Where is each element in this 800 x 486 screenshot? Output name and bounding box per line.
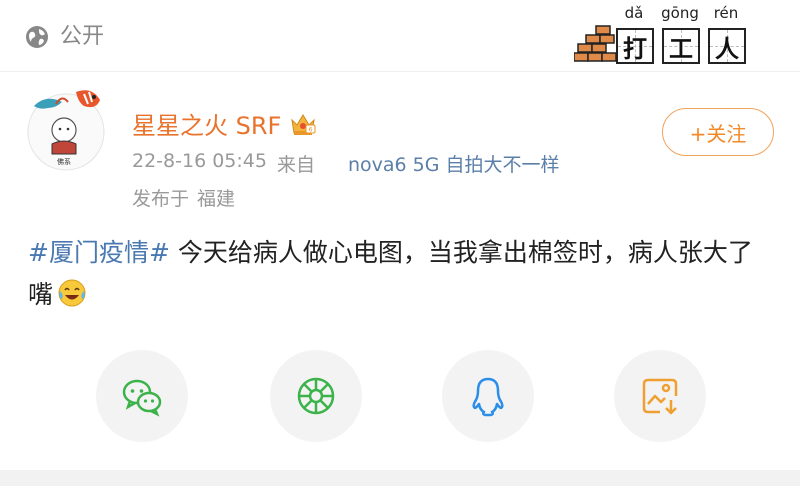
pinyin-da: dǎ [624, 4, 644, 22]
pinyin-gong: gōng [661, 4, 699, 22]
top-bar: 公开 dǎ gōng rén 打 工 人 [0, 0, 800, 72]
privacy-indicator[interactable]: 公开 [24, 24, 104, 50]
char-box-ren: 人 [708, 28, 746, 64]
pinyin-ren: rén [713, 4, 739, 22]
svg-text:6: 6 [309, 126, 313, 133]
save-image-button[interactable] [614, 350, 706, 442]
device-link[interactable]: nova6 5G 自拍大不一样 [348, 150, 560, 177]
privacy-label: 公开 [60, 24, 105, 49]
globe-icon [26, 26, 48, 48]
author-name[interactable]: 星星之火 SRF 6 [132, 106, 317, 141]
hashtag-link[interactable]: #厦门疫情# [28, 238, 170, 267]
save-image-icon [642, 378, 678, 415]
avatar[interactable]: 佛系 [26, 84, 110, 174]
char-box-gong: 工 [662, 28, 700, 64]
post-date: 22-8-16 05:45 [132, 150, 267, 172]
moments-icon [297, 377, 335, 415]
post-body: #厦门疫情# 今天给病人做心电图，当我拿出棉签时，病人张大了嘴 [28, 232, 774, 316]
follow-button[interactable]: +关注 [662, 108, 774, 156]
crown-badge-icon: 6 [291, 113, 316, 135]
location-name: 福建 [197, 188, 236, 210]
post-location: 发布于 福建 [132, 184, 235, 211]
bottom-divider [0, 470, 800, 486]
char-box-da: 打 [616, 28, 654, 64]
share-moments-button[interactable] [270, 350, 362, 442]
source-prefix: 来自 [276, 154, 315, 176]
location-prefix: 发布于 [132, 188, 190, 210]
svg-text:佛系: 佛系 [57, 157, 71, 166]
bricks-icon [574, 25, 617, 62]
share-wechat-button[interactable] [96, 350, 188, 442]
worker-sticker: dǎ gōng rén 打 工 人 [574, 2, 750, 68]
qq-icon [472, 377, 504, 417]
post-meta: 22-8-16 05:45 来自 [132, 150, 315, 177]
wechat-icon [122, 379, 162, 417]
author-name-text: 星星之火 SRF [132, 112, 282, 140]
laughing-crying-emoji-icon [58, 279, 86, 307]
share-qq-button[interactable] [442, 350, 534, 442]
